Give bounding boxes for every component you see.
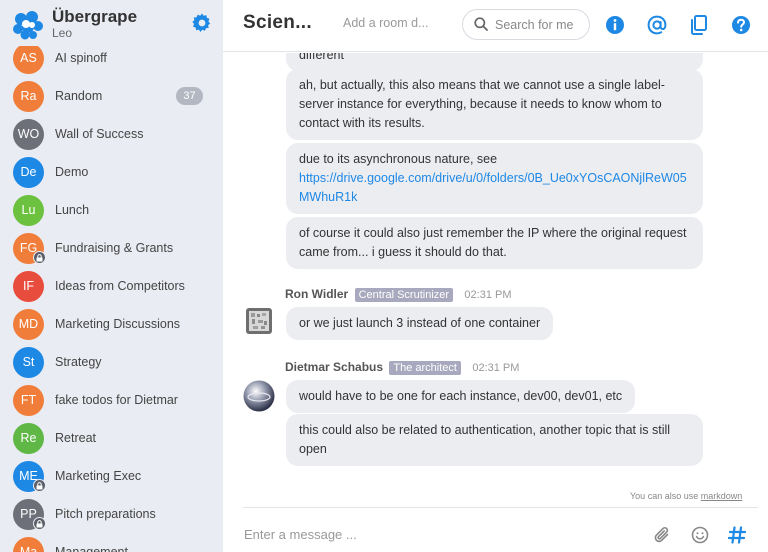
grape-logo-icon — [13, 11, 43, 40]
message-text: due to its asynchronous nature, see — [299, 152, 498, 166]
sidebar-room-item[interactable]: Lu Lunch — [0, 191, 223, 229]
room-title[interactable]: Scien... — [243, 12, 312, 34]
sidebar-room-item[interactable]: IF Ideas from Competitors — [0, 267, 223, 305]
search-icon — [474, 17, 488, 31]
sidebar-room-item[interactable]: FG Fundraising & Grants — [0, 229, 223, 267]
room-name: Demo — [55, 165, 89, 179]
message-author-row: Ron Widler Central Scrutinizer 02:31 PM — [285, 287, 512, 305]
user-avatar[interactable] — [243, 380, 275, 412]
room-description-field[interactable]: Add a room d... — [343, 16, 428, 30]
message-author-row: Dietmar Schabus The architect 02:31 PM — [285, 360, 519, 378]
room-name: fake todos for Dietmar — [55, 393, 178, 407]
room-name: Management — [55, 545, 128, 552]
room-avatar: De — [13, 157, 44, 188]
message-text: of course it could also just remember th… — [299, 226, 687, 259]
sidebar-room-item[interactable]: ME Marketing Exec — [0, 457, 223, 495]
message-time: 02:31 PM — [464, 289, 512, 301]
message-time: 02:31 PM — [472, 362, 520, 374]
room-name: Marketing Exec — [55, 469, 142, 483]
room-avatar: MD — [13, 309, 44, 340]
message-text: would have to be one for each instance, … — [299, 389, 623, 403]
markdown-hint: You can also use markdown — [630, 491, 742, 501]
paperclip-icon[interactable] — [653, 525, 673, 545]
room-avatar: WO — [13, 119, 44, 150]
sidebar-room-item[interactable]: Re Retreat — [0, 419, 223, 457]
message-bubble: would have to be one for each instance, … — [286, 380, 636, 413]
room-name: Wall of Success — [55, 127, 144, 141]
author-name[interactable]: Ron Widler — [285, 287, 348, 301]
message-bubble: of course it could also just remember th… — [286, 217, 703, 269]
shared-files-icon[interactable] — [688, 14, 710, 36]
message-text: different — [299, 53, 344, 62]
author-role-badge: Central Scrutinizer — [354, 288, 454, 302]
author-role-badge: The architect — [389, 361, 461, 375]
room-name: Fundraising & Grants — [55, 241, 174, 255]
help-icon[interactable] — [730, 14, 752, 36]
lock-icon — [33, 479, 46, 492]
user-avatar[interactable] — [246, 308, 272, 334]
message-history: different ah, but actually, this also me… — [223, 53, 768, 503]
hashtag-icon[interactable] — [727, 525, 747, 545]
room-list: AS AI spinoff Ra Random 37 WO Wall of Success D… — [0, 39, 223, 552]
room-header: Scien... Add a room d... — [223, 0, 768, 52]
sidebar-room-item[interactable]: St Strategy — [0, 343, 223, 381]
markdown-hint-text: You can also use — [630, 491, 699, 501]
sidebar-room-item[interactable]: WO Wall of Success — [0, 115, 223, 153]
message-text: ah, but actually, this also means that w… — [299, 78, 665, 130]
message-link[interactable]: https://drive.google.com/drive/u/0/folde… — [299, 171, 687, 204]
room-name: Retreat — [55, 431, 96, 445]
search-box[interactable] — [462, 9, 590, 40]
message-composer — [243, 507, 758, 552]
room-name: Lunch — [55, 203, 90, 217]
author-name[interactable]: Dietmar Schabus — [285, 360, 383, 374]
lock-icon — [33, 517, 46, 530]
sidebar-header: Übergrape Leo — [0, 0, 223, 46]
room-name: Marketing Discussions — [55, 317, 181, 331]
message-input[interactable] — [244, 524, 624, 544]
room-avatar: Re — [13, 423, 44, 454]
room-name: Random — [55, 89, 103, 103]
emoji-smiley-icon[interactable] — [690, 525, 710, 545]
lock-icon — [33, 251, 46, 264]
sidebar-room-item[interactable]: MD Marketing Discussions — [0, 305, 223, 343]
room-name: Pitch preparations — [55, 507, 156, 521]
info-icon[interactable] — [604, 14, 626, 36]
room-avatar: Ma — [13, 537, 44, 552]
settings-gear-icon[interactable] — [192, 13, 212, 33]
markdown-link[interactable]: markdown — [701, 491, 743, 501]
mentions-at-icon[interactable] — [646, 14, 668, 36]
sidebar: AS AI spinoff Ra Random 37 WO Wall of Success D… — [0, 0, 223, 552]
user-name: Leo — [52, 26, 73, 40]
message-text: this could also be related to authentica… — [299, 423, 671, 456]
sidebar-room-item[interactable]: PP Pitch preparations — [0, 495, 223, 533]
unread-count-badge: 37 — [176, 87, 203, 105]
room-avatar: Ra — [13, 81, 44, 112]
room-avatar: Lu — [13, 195, 44, 226]
sidebar-room-item[interactable]: De Demo — [0, 153, 223, 191]
room-avatar: AS — [13, 43, 44, 74]
message-bubble: this could also be related to authentica… — [286, 414, 703, 466]
message-bubble: or we just launch 3 instead of one conta… — [286, 307, 554, 340]
org-name[interactable]: Übergrape — [52, 7, 137, 27]
message-text: or we just launch 3 instead of one conta… — [299, 316, 541, 330]
sidebar-room-item[interactable]: FT fake todos for Dietmar — [0, 381, 223, 419]
sidebar-room-item[interactable]: Ma Management — [0, 533, 223, 552]
room-name: Strategy — [55, 355, 102, 369]
room-avatar: FT — [13, 385, 44, 416]
sidebar-room-item[interactable]: Ra Random 37 — [0, 77, 223, 115]
search-input[interactable] — [495, 16, 581, 34]
room-name: Ideas from Competitors — [55, 279, 185, 293]
message-bubble: ah, but actually, this also means that w… — [286, 69, 703, 140]
room-avatar: St — [13, 347, 44, 378]
room-avatar: IF — [13, 271, 44, 302]
message-bubble: due to its asynchronous nature, see http… — [286, 143, 703, 214]
